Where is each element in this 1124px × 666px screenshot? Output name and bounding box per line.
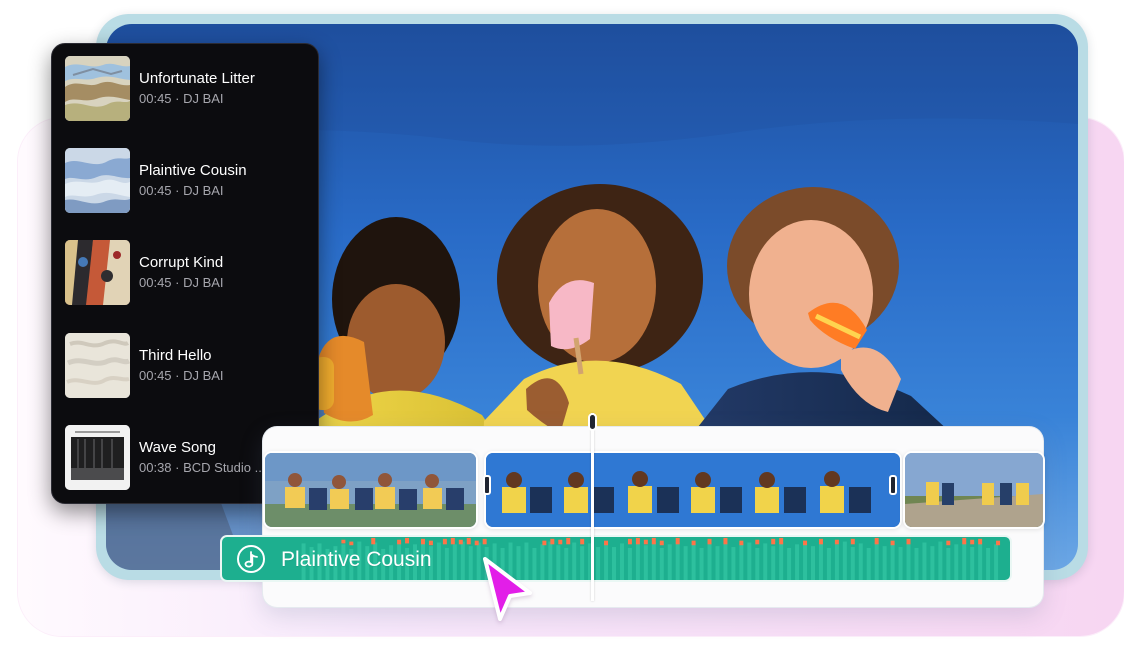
video-clip-1[interactable] xyxy=(263,451,478,529)
track-corrupt-kind[interactable]: Corrupt Kind 00:45 · DJ BAI xyxy=(65,240,303,306)
video-editor-showcase: Unfortunate Litter 00:45 · DJ BAI Plaint… xyxy=(0,0,1124,666)
clip-trim-handle-right[interactable] xyxy=(889,475,897,495)
track-meta: 00:45 · DJ BAI xyxy=(139,275,224,290)
track-thumbnail xyxy=(65,333,130,398)
timeline-editor: Plaintive Cousin xyxy=(220,413,1045,608)
music-note-icon xyxy=(237,545,265,573)
track-meta: 00:45 · DJ BAI xyxy=(139,368,224,383)
track-third-hello[interactable]: Third Hello 00:45 · DJ BAI xyxy=(65,333,303,399)
track-title: Corrupt Kind xyxy=(139,254,224,271)
video-clip-2[interactable] xyxy=(484,451,902,529)
track-thumbnail xyxy=(65,425,130,490)
track-thumbnail xyxy=(65,240,130,305)
track-meta: 00:45 · DJ BAI xyxy=(139,91,224,106)
track-title: Third Hello xyxy=(139,347,212,364)
track-thumbnail xyxy=(65,148,130,213)
video-clip-3[interactable] xyxy=(903,451,1045,529)
pointer-cursor-icon xyxy=(480,557,538,627)
track-meta: 00:45 · DJ BAI xyxy=(139,183,224,198)
playhead[interactable] xyxy=(588,413,597,601)
track-plaintive-cousin[interactable]: Plaintive Cousin 00:45 · DJ BAI xyxy=(65,148,303,214)
track-unfortunate-litter[interactable]: Unfortunate Litter 00:45 · DJ BAI xyxy=(65,56,303,122)
track-title: Unfortunate Litter xyxy=(139,70,255,87)
playhead-handle[interactable] xyxy=(588,413,597,431)
audio-track[interactable]: Plaintive Cousin xyxy=(220,535,1012,582)
clip-trim-handle-left[interactable] xyxy=(483,475,491,495)
track-thumbnail xyxy=(65,56,130,121)
track-title: Plaintive Cousin xyxy=(139,162,247,179)
audio-track-label: Plaintive Cousin xyxy=(281,548,432,571)
